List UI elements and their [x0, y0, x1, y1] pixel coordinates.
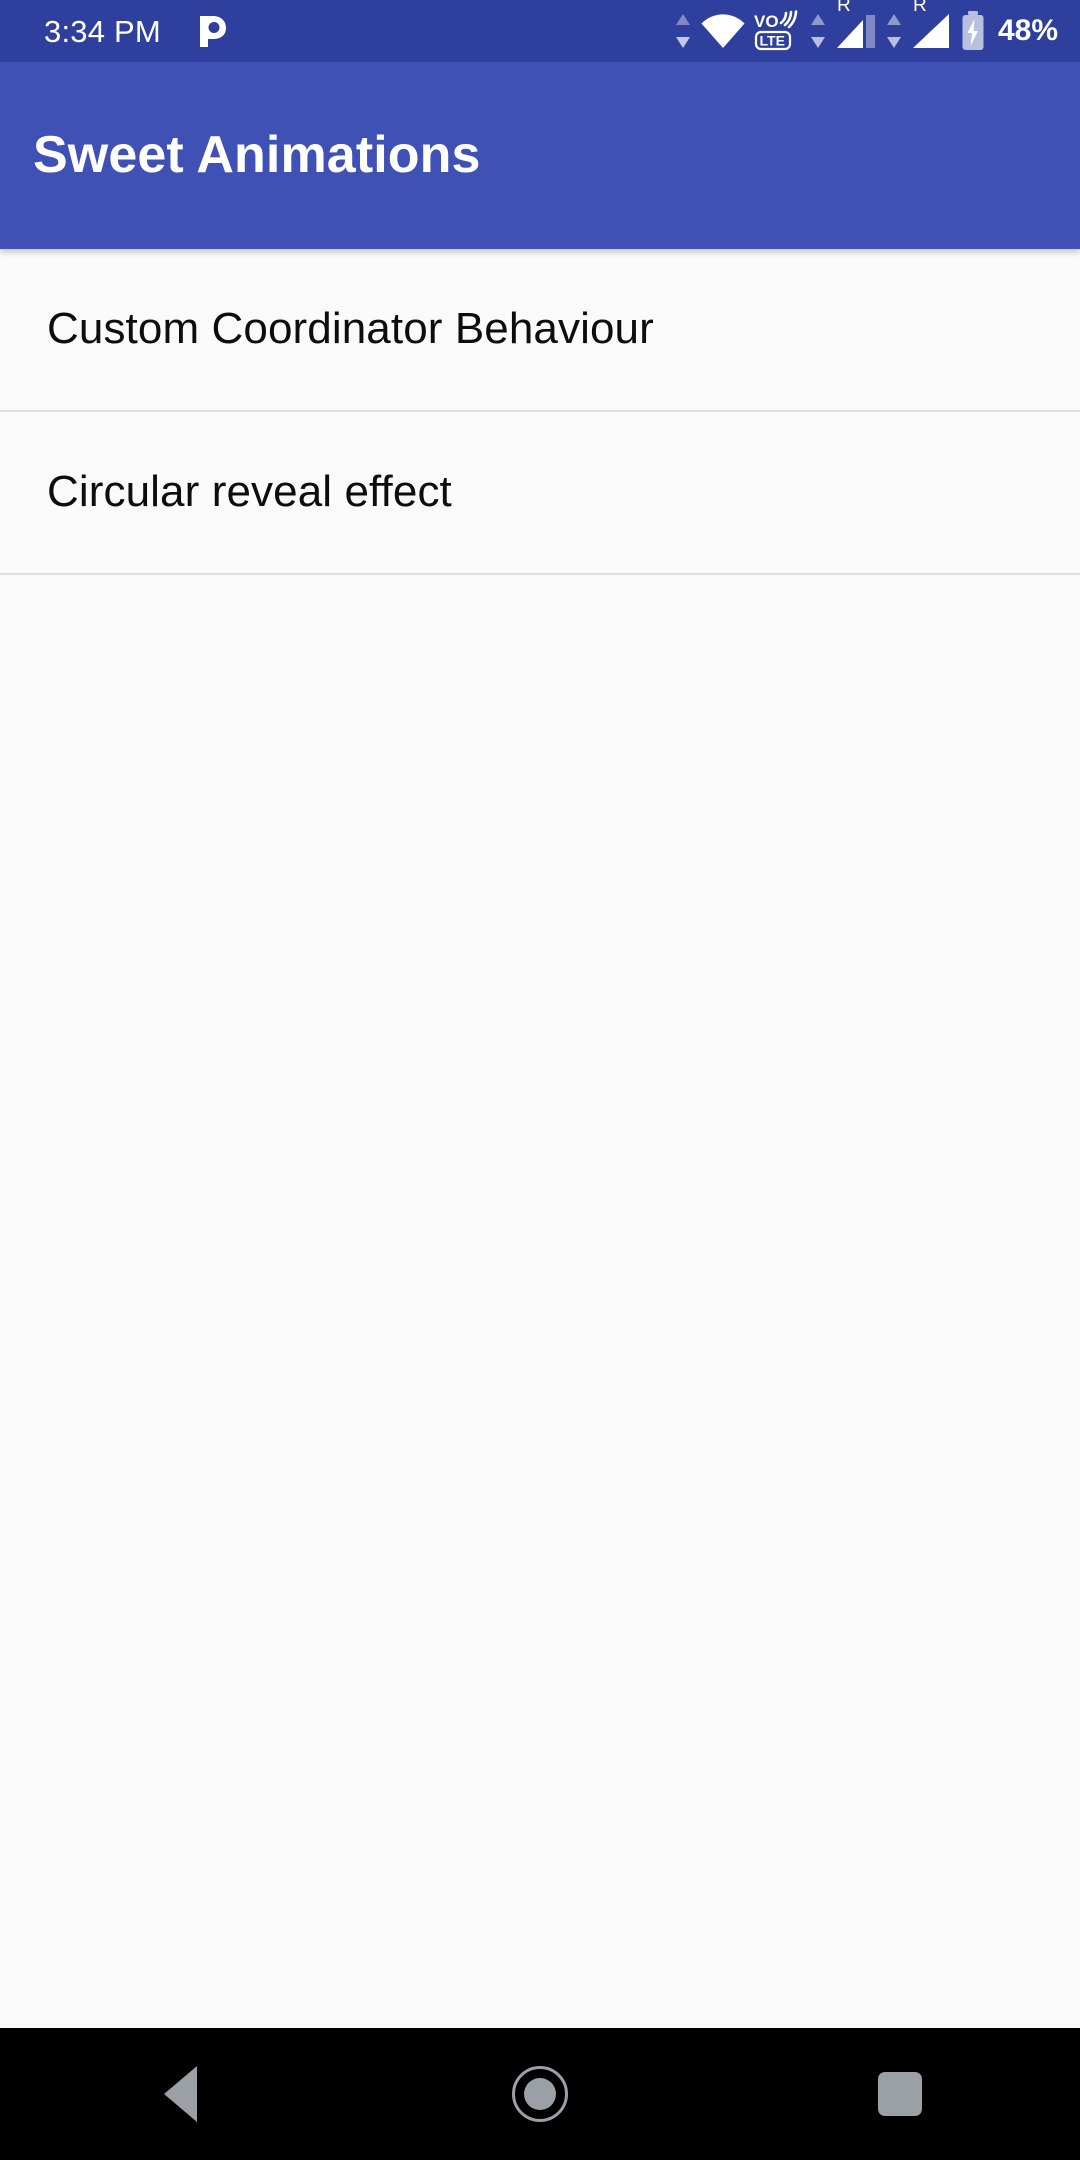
roaming-indicator-sim1: R — [836, 0, 851, 16]
nav-recents-button[interactable] — [800, 2028, 1000, 2160]
data-transfer-arrows-icon — [808, 12, 828, 50]
svg-text:VO: VO — [754, 12, 779, 31]
cellular-signal-sim1-icon: R — [835, 0, 877, 50]
phone-screen: 3:34 PM VO LTE R R 48% Sweet Animations … — [0, 0, 1080, 2160]
battery-percent-label: 48% — [997, 14, 1058, 47]
list-item-label: Circular reveal effect — [47, 467, 452, 517]
svg-text:LTE: LTE — [759, 33, 784, 49]
list-item[interactable]: Circular reveal effect — [0, 412, 1080, 575]
list-item[interactable]: Custom Coordinator Behaviour — [0, 249, 1080, 412]
circle-home-icon — [512, 2066, 568, 2122]
navigation-bar — [0, 2028, 1080, 2160]
wifi-icon — [700, 12, 746, 50]
app-bar: Sweet Animations — [0, 62, 1080, 249]
cellular-signal-sim2-icon: R — [911, 0, 953, 50]
nav-home-button[interactable] — [440, 2028, 640, 2160]
demo-list[interactable]: Custom Coordinator Behaviour Circular re… — [0, 249, 1080, 2028]
nav-back-button[interactable] — [80, 2028, 280, 2160]
volte-icon: VO LTE — [753, 10, 801, 52]
status-bar-right: VO LTE R R 48% — [673, 0, 1058, 52]
roaming-indicator-sim2: R — [912, 0, 927, 16]
status-bar[interactable]: 3:34 PM VO LTE R R 48% — [0, 0, 1080, 62]
list-item-label: Custom Coordinator Behaviour — [47, 304, 654, 354]
status-bar-left: 3:34 PM — [44, 14, 227, 48]
pandora-notification-icon — [197, 14, 227, 48]
battery-charging-icon — [960, 10, 986, 52]
data-transfer-arrows-icon — [884, 12, 904, 50]
square-recents-icon — [878, 2072, 922, 2116]
data-transfer-arrows-icon — [673, 12, 693, 50]
triangle-back-icon — [163, 2066, 197, 2122]
page-title: Sweet Animations — [33, 125, 481, 184]
status-clock: 3:34 PM — [44, 13, 161, 49]
circle-home-icon-inner — [524, 2078, 556, 2110]
